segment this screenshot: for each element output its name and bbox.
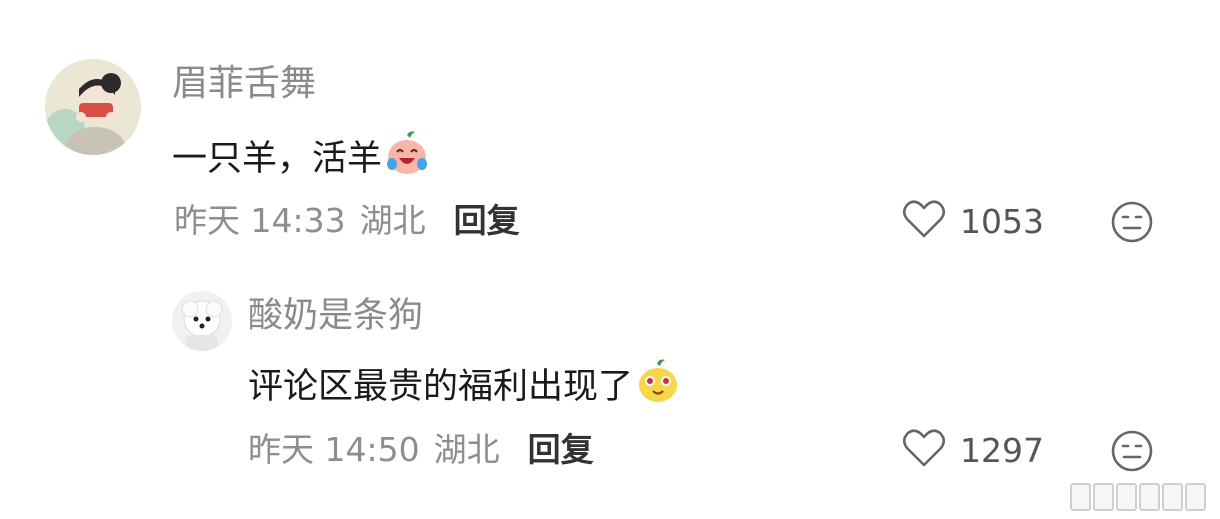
comment-actions: 1297 <box>902 428 1044 472</box>
watermark-block <box>1093 483 1114 511</box>
watermark-block <box>1162 483 1183 511</box>
watermark <box>1070 483 1206 511</box>
avatar[interactable] <box>45 59 141 155</box>
watermark-block <box>1139 483 1160 511</box>
dislike-button[interactable] <box>1110 200 1154 248</box>
like-button[interactable]: 1053 <box>902 199 1044 243</box>
cry-laugh-emoji-icon <box>384 130 430 188</box>
comment-text: 评论区最贵的福利出现了 <box>248 358 681 416</box>
comment-location: 湖北 <box>359 201 426 240</box>
avatar[interactable] <box>172 291 232 351</box>
comment-text-body: 一只羊，活羊 <box>172 139 383 179</box>
username[interactable]: 酸奶是条狗 <box>248 294 423 338</box>
comment-text-body: 评论区最贵的福利出现了 <box>248 367 634 407</box>
comment-text: 一只羊，活羊 <box>172 130 430 188</box>
heart-icon <box>902 428 946 472</box>
neutral-face-icon <box>1110 201 1154 248</box>
reply-button[interactable]: 回复 <box>528 428 594 472</box>
neutral-face-icon <box>1110 430 1154 477</box>
reply-button[interactable]: 回复 <box>454 199 520 243</box>
comment-actions: 1053 <box>902 199 1044 243</box>
comment-time: 昨天 14:33 <box>174 201 346 240</box>
watermark-block <box>1116 483 1137 511</box>
watermark-block <box>1185 483 1206 511</box>
username[interactable]: 眉菲舌舞 <box>172 62 316 106</box>
heart-icon <box>902 199 946 243</box>
drool-emoji-icon <box>635 358 681 416</box>
comment-time: 昨天 14:50 <box>248 430 420 469</box>
comment-meta: 昨天 14:33 湖北 回复 <box>174 199 520 243</box>
like-button[interactable]: 1297 <box>902 428 1044 472</box>
like-count: 1053 <box>960 201 1044 241</box>
like-count: 1297 <box>960 430 1044 470</box>
comment-meta: 昨天 14:50 湖北 回复 <box>248 428 594 472</box>
comment-location: 湖北 <box>433 430 500 469</box>
dislike-button[interactable] <box>1110 429 1154 477</box>
watermark-block <box>1070 483 1091 511</box>
